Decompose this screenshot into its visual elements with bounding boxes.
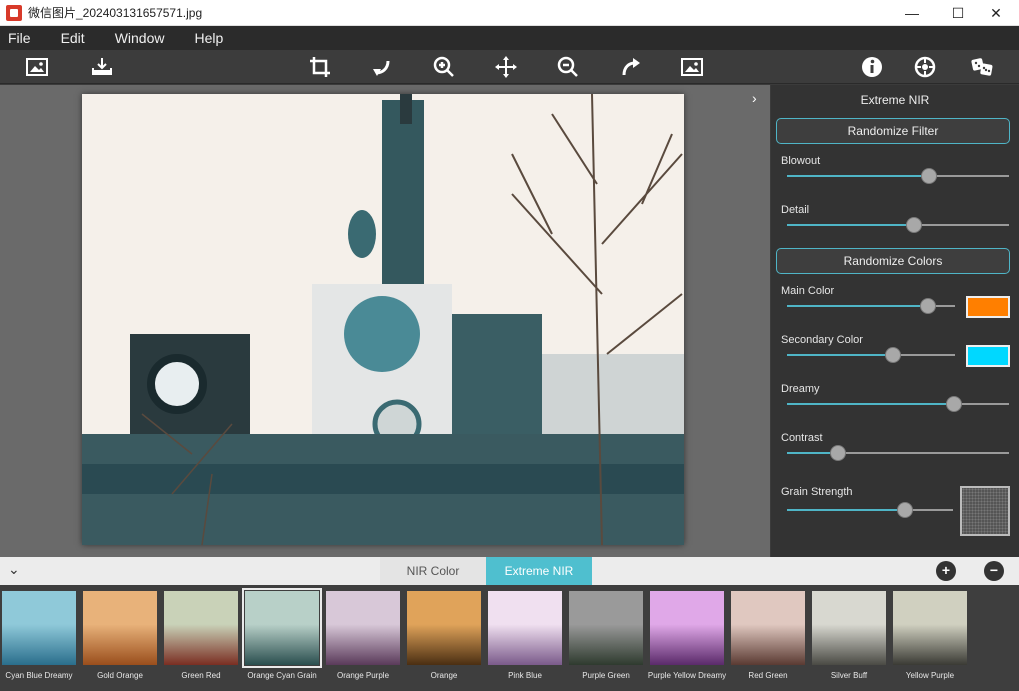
- contrast-label: Contrast: [781, 432, 823, 444]
- remove-preset-button[interactable]: −: [984, 561, 1004, 581]
- menu-help[interactable]: Help: [186, 30, 231, 46]
- zoom-out-icon[interactable]: [554, 54, 582, 80]
- secondary-color-label: Secondary Color: [781, 334, 863, 346]
- preset-thumbnail[interactable]: Pink Blue: [486, 589, 564, 680]
- preset-image: [407, 591, 481, 665]
- preset-label: Orange Cyan Grain: [247, 671, 317, 680]
- preset-label: Gold Orange: [97, 671, 143, 680]
- preset-image: [812, 591, 886, 665]
- main-color-label: Main Color: [781, 285, 835, 297]
- app-window: 微信图片_202403131657571.jpg — ☐ ✕ File Edit…: [0, 0, 1019, 691]
- detail-label: Detail: [781, 204, 810, 216]
- menu-edit[interactable]: Edit: [53, 30, 93, 46]
- close-button[interactable]: ✕: [973, 0, 1019, 26]
- filter-settings-panel: Extreme NIR Randomize Filter Blowout Det…: [771, 85, 1019, 557]
- zoom-in-icon[interactable]: [430, 54, 458, 80]
- preset-image: [893, 591, 967, 665]
- preset-thumbnail[interactable]: Cyan Blue Dreamy: [0, 589, 78, 680]
- secondary-color-slider[interactable]: [787, 347, 955, 363]
- menu-bar: File Edit Window Help: [0, 26, 1019, 50]
- main-color-slider[interactable]: [787, 298, 955, 314]
- preset-image: [164, 591, 238, 665]
- collapse-panel-button[interactable]: ›: [752, 90, 757, 106]
- slider-knob[interactable]: [905, 217, 922, 233]
- preset-label: Cyan Blue Dreamy: [5, 671, 73, 680]
- pan-icon[interactable]: [492, 54, 520, 80]
- blowout-slider[interactable]: [787, 168, 1009, 184]
- compare-icon[interactable]: [678, 54, 706, 80]
- grain-preview: [960, 486, 1010, 536]
- title-bar: 微信图片_202403131657571.jpg — ☐ ✕: [0, 0, 1019, 26]
- blowout-label: Blowout: [781, 155, 821, 167]
- slider-knob[interactable]: [945, 396, 962, 412]
- preset-label: Silver Buff: [830, 671, 868, 680]
- preset-thumbnail[interactable]: Orange Cyan Grain: [242, 588, 322, 680]
- menu-window[interactable]: Window: [107, 30, 173, 46]
- preset-image: [488, 591, 562, 665]
- grain-strength-label: Grain Strength: [781, 486, 853, 498]
- panel-title: Extreme NIR: [860, 93, 930, 107]
- preset-label: Green Red: [181, 671, 221, 680]
- preset-thumbnail[interactable]: Red Green: [729, 589, 807, 680]
- slider-knob[interactable]: [920, 298, 937, 314]
- preset-label: Purple Yellow Dreamy: [647, 671, 727, 680]
- preset-label: Pink Blue: [508, 671, 542, 680]
- preset-label: Yellow Purple: [905, 671, 955, 680]
- rotate-left-icon[interactable]: [368, 54, 396, 80]
- tab-nir-color[interactable]: NIR Color: [380, 557, 486, 585]
- preset-thumbnail[interactable]: Purple Yellow Dreamy: [648, 589, 726, 680]
- window-title: 微信图片_202403131657571.jpg: [28, 6, 203, 20]
- preset-image: [2, 591, 76, 665]
- preset-thumbnail[interactable]: Green Red: [162, 589, 240, 680]
- crop-icon[interactable]: [306, 54, 334, 80]
- preset-image: [650, 591, 724, 665]
- open-image-icon[interactable]: [23, 54, 51, 80]
- preset-strip: Cyan Blue Dreamy Gold Orange Green Red Oran…: [0, 585, 1019, 691]
- preset-label: Purple Green: [582, 671, 630, 680]
- slider-knob[interactable]: [884, 347, 901, 363]
- secondary-color-swatch[interactable]: [966, 345, 1010, 367]
- image-canvas[interactable]: ›: [0, 85, 770, 557]
- add-preset-button[interactable]: +: [936, 561, 956, 581]
- preset-tab-bar: ⌄ NIR Color Extreme NIR + −: [0, 557, 1019, 585]
- preset-thumbnail[interactable]: Orange Purple: [324, 589, 402, 680]
- dreamy-slider[interactable]: [787, 396, 1009, 412]
- edited-photo: [82, 94, 684, 545]
- grain-strength-slider[interactable]: [787, 502, 953, 518]
- main-color-swatch[interactable]: [966, 296, 1010, 318]
- preset-label: Orange: [430, 671, 458, 680]
- slider-knob[interactable]: [830, 445, 847, 461]
- preset-label: Orange Purple: [336, 671, 390, 680]
- info-icon[interactable]: [858, 54, 886, 80]
- menu-file[interactable]: File: [0, 30, 39, 46]
- dreamy-label: Dreamy: [781, 383, 820, 395]
- detail-slider[interactable]: [787, 217, 1009, 233]
- preset-image: [326, 591, 400, 665]
- preset-image: [731, 591, 805, 665]
- slider-knob[interactable]: [896, 502, 913, 518]
- preset-thumbnail[interactable]: Gold Orange: [81, 589, 159, 680]
- preset-thumbnail[interactable]: Orange: [405, 589, 483, 680]
- preset-thumbnail[interactable]: Yellow Purple: [891, 589, 969, 680]
- randomize-filter-button[interactable]: Randomize Filter: [776, 118, 1010, 144]
- randomize-dice-icon[interactable]: [968, 54, 996, 80]
- rotate-right-icon[interactable]: [616, 54, 644, 80]
- preset-thumbnail[interactable]: Silver Buff: [810, 589, 888, 680]
- toolbar: [0, 50, 1019, 84]
- slider-knob[interactable]: [921, 168, 938, 184]
- randomize-colors-button[interactable]: Randomize Colors: [776, 248, 1010, 274]
- app-icon: [6, 4, 22, 21]
- preset-image: [569, 591, 643, 665]
- collapse-strip-button[interactable]: ⌄: [8, 561, 20, 578]
- preset-thumbnail[interactable]: Purple Green: [567, 589, 645, 680]
- preset-image: [83, 591, 157, 665]
- save-icon[interactable]: [88, 54, 116, 80]
- minimize-button[interactable]: —: [889, 0, 935, 26]
- preset-label: Red Green: [748, 671, 788, 680]
- settings-icon[interactable]: [911, 54, 939, 80]
- tab-extreme-nir[interactable]: Extreme NIR: [486, 557, 592, 585]
- contrast-slider[interactable]: [787, 445, 1009, 461]
- preset-image: [242, 588, 322, 668]
